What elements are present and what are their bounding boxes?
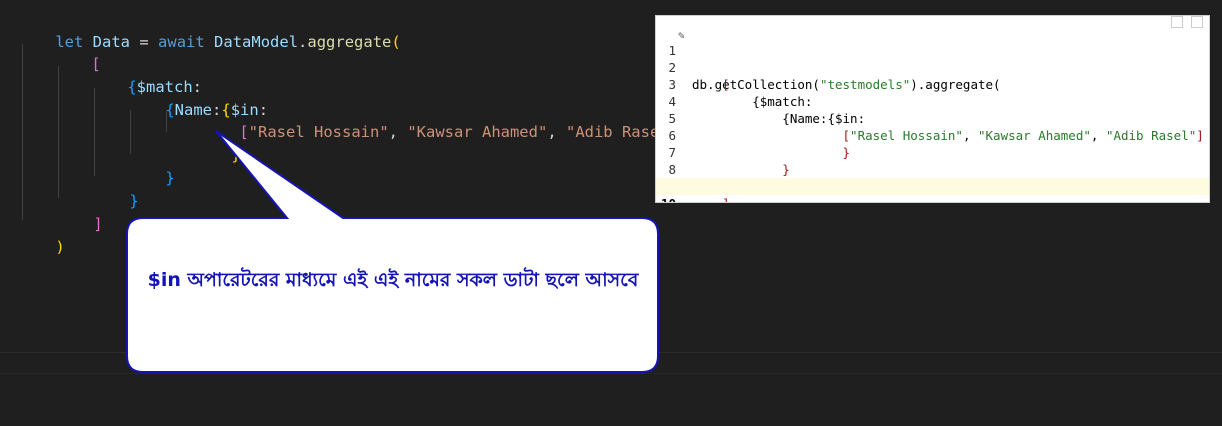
callout-shape [126,130,659,373]
callout-bubble [126,130,659,373]
callout-text: $in অপারেটরের মাধ্যমে এই এই নামের সকল ডা… [147,269,639,291]
